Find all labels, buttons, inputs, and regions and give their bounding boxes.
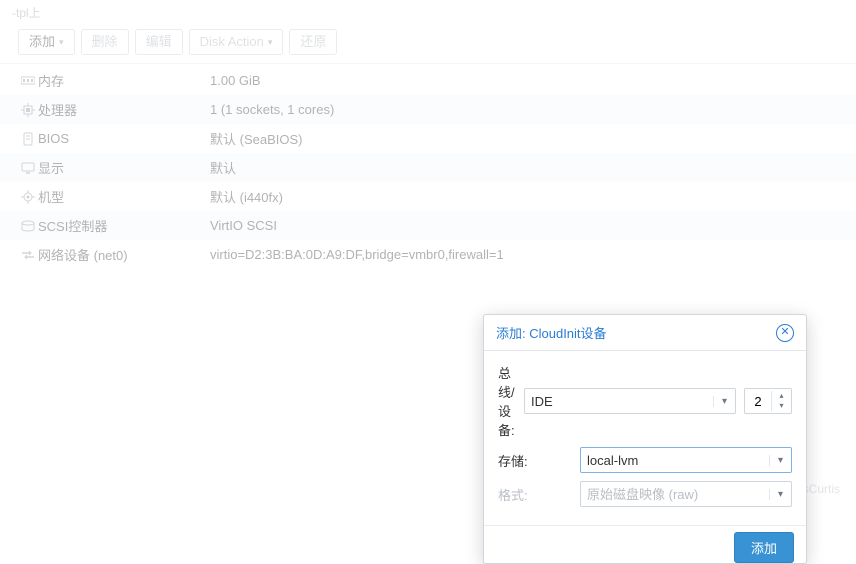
dialog-title: 添加: CloudInit设备	[496, 323, 607, 342]
row-label: 处理器	[38, 100, 210, 119]
storage-label: 存储:	[498, 451, 572, 470]
row-value: 默认	[210, 158, 236, 177]
row-label: SCSI控制器	[38, 216, 210, 235]
row-value: 默认 (i440fx)	[210, 187, 283, 206]
revert-button[interactable]: 还原	[289, 29, 337, 55]
storage-input[interactable]	[581, 453, 769, 468]
row-label: 机型	[38, 187, 210, 206]
table-row[interactable]: BIOS默认 (SeaBIOS)	[0, 124, 856, 153]
table-row[interactable]: 内存1.00 GiB	[0, 66, 856, 95]
hardware-list: 内存1.00 GiB处理器1 (1 sockets, 1 cores)BIOS默…	[0, 64, 856, 271]
bios-icon	[18, 132, 38, 146]
chevron-down-icon[interactable]: ▾	[713, 396, 735, 407]
storage-select[interactable]: ▾	[580, 447, 792, 473]
submit-button[interactable]: 添加	[734, 532, 794, 563]
row-value: 1 (1 sockets, 1 cores)	[210, 102, 334, 117]
scsi-icon	[18, 220, 38, 232]
bus-input[interactable]	[525, 394, 713, 409]
toolbar: 添加▾ 删除 编辑 Disk Action▾ 还原	[0, 21, 856, 64]
row-value: VirtIO SCSI	[210, 218, 277, 233]
row-label: 显示	[38, 158, 210, 177]
chevron-down-icon: ▾	[268, 34, 273, 50]
table-row[interactable]: 网络设备 (net0)virtio=D2:3B:BA:0D:A9:DF,brid…	[0, 240, 856, 269]
bus-label: 总线/设备:	[498, 363, 516, 439]
table-row[interactable]: 显示默认	[0, 153, 856, 182]
step-up-icon[interactable]: ▴	[772, 391, 791, 401]
format-input	[581, 487, 769, 502]
edit-button[interactable]: 编辑	[135, 29, 183, 55]
format-select: ▾	[580, 481, 792, 507]
bus-select[interactable]: ▾	[524, 388, 736, 414]
table-row[interactable]: 机型默认 (i440fx)	[0, 182, 856, 211]
cpu-icon	[18, 103, 38, 117]
add-cloudinit-dialog: 添加: CloudInit设备 ✕ 总线/设备: ▾ ▴▾ 存储: ▾ 格式:	[483, 314, 807, 564]
row-label: BIOS	[38, 131, 210, 146]
disk-action-button[interactable]: Disk Action▾	[189, 29, 284, 55]
bus-index-input[interactable]	[745, 394, 771, 409]
chevron-down-icon: ▾	[59, 34, 64, 50]
machine-icon	[18, 190, 38, 204]
row-value: 1.00 GiB	[210, 73, 261, 88]
bus-index-stepper[interactable]: ▴▾	[744, 388, 792, 414]
row-value: virtio=D2:3B:BA:0D:A9:DF,bridge=vmbr0,fi…	[210, 247, 504, 262]
display-icon	[18, 162, 38, 174]
remove-button[interactable]: 删除	[81, 29, 129, 55]
row-label: 网络设备 (net0)	[38, 245, 210, 264]
net-icon	[18, 250, 38, 260]
table-row[interactable]: 处理器1 (1 sockets, 1 cores)	[0, 95, 856, 124]
add-button[interactable]: 添加▾	[18, 29, 75, 55]
chevron-down-icon: ▾	[769, 489, 791, 500]
breadcrumb-scrap: -tpl上	[0, 0, 856, 21]
memory-icon	[18, 76, 38, 86]
step-down-icon[interactable]: ▾	[772, 401, 791, 411]
row-value: 默认 (SeaBIOS)	[210, 129, 302, 148]
format-label: 格式:	[498, 485, 572, 504]
row-label: 内存	[38, 71, 210, 90]
chevron-down-icon[interactable]: ▾	[769, 455, 791, 466]
table-row[interactable]: SCSI控制器VirtIO SCSI	[0, 211, 856, 240]
close-icon[interactable]: ✕	[776, 324, 794, 342]
